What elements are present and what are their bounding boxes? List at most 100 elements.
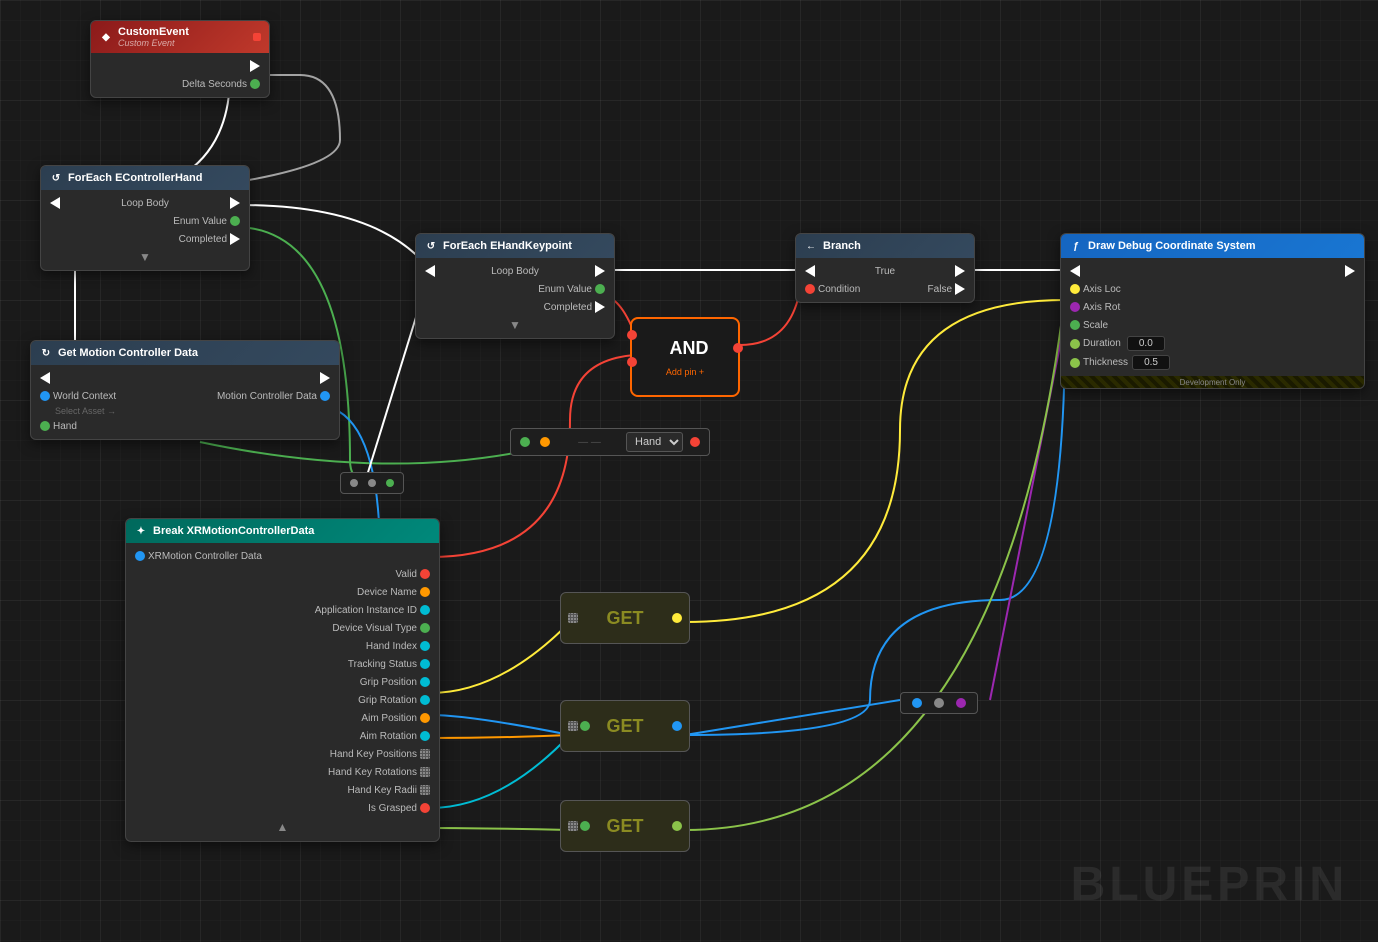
and-node: AND Add pin +	[630, 317, 740, 397]
aim-position-pin[interactable]	[420, 713, 430, 723]
hand-key-rotations-pin[interactable]	[420, 767, 430, 777]
grip-rotation-pin[interactable]	[420, 695, 430, 705]
custom-event-header: ◆ CustomEvent Custom Event	[91, 21, 269, 53]
grip-position-row: Grip Position	[126, 673, 439, 691]
axis-loc-row: Axis Loc	[1061, 280, 1364, 298]
axis-rot-pin[interactable]	[1070, 302, 1080, 312]
get-node-1: GET	[560, 592, 690, 644]
draw-debug-body: Axis Loc Axis Rot Scale Duration Thickne…	[1061, 258, 1364, 376]
hand-key-radii-pin[interactable]	[420, 785, 430, 795]
hand-pin-left[interactable]	[40, 421, 50, 431]
get2-in-pin[interactable]	[568, 721, 578, 731]
and-out-pin[interactable]	[733, 343, 743, 353]
get1-in-pin[interactable]	[568, 613, 578, 623]
branch-true-pin[interactable]	[955, 265, 965, 277]
completed-pin[interactable]	[230, 233, 240, 245]
enum-value-row: Enum Value	[41, 212, 249, 230]
motion-data-pin[interactable]	[320, 391, 330, 401]
device-visual-pin[interactable]	[420, 623, 430, 633]
enum-value-label: Enum Value	[173, 216, 227, 227]
xr-data-pin[interactable]	[135, 551, 145, 561]
hand-selector-in-pin[interactable]	[520, 437, 530, 447]
hand-selector-in2-pin[interactable]	[540, 437, 550, 447]
hand-key-positions-pin[interactable]	[420, 749, 430, 759]
get1-label: GET	[606, 608, 643, 629]
strip2-pin-1[interactable]	[912, 698, 922, 708]
duration-pin[interactable]	[1070, 339, 1080, 349]
foreach-kp-loop-label: Loop Body	[491, 266, 539, 277]
valid-pin[interactable]	[420, 569, 430, 579]
foreach-kp-completed-row: Completed	[416, 298, 614, 316]
is-grasped-pin[interactable]	[420, 803, 430, 813]
foreach-kp-exec-row: Loop Body	[416, 262, 614, 280]
break-xr-title: Break XRMotionControllerData	[153, 525, 314, 537]
get3-in-pin[interactable]	[568, 821, 578, 831]
expand-btn[interactable]: ▼	[41, 248, 249, 266]
foreach-ctrl-exec-in[interactable]	[50, 197, 60, 209]
get3-label: GET	[606, 816, 643, 837]
scale-row: Scale	[1061, 316, 1364, 334]
foreach-kp-completed-pin[interactable]	[595, 301, 605, 313]
delta-seconds-label: Delta Seconds	[182, 79, 247, 90]
draw-debug-header: ƒ Draw Debug Coordinate System	[1061, 234, 1364, 258]
get2-in2-pin[interactable]	[580, 721, 590, 731]
get-motion-exec-out[interactable]	[320, 372, 330, 384]
branch-condition-pin[interactable]	[805, 284, 815, 294]
custom-event-title: CustomEvent	[118, 26, 189, 38]
break-xr-body: XRMotion Controller Data Valid Device Na…	[126, 543, 439, 841]
get1-out-pin[interactable]	[672, 613, 682, 623]
foreach-kp-exec-in[interactable]	[425, 265, 435, 277]
and-in-pin-2[interactable]	[627, 357, 637, 367]
foreach-kp-exec-out[interactable]	[595, 265, 605, 277]
and-in-pin-1[interactable]	[627, 330, 637, 340]
branch-exec-in[interactable]	[805, 265, 815, 277]
strip-pin-2[interactable]	[368, 479, 376, 487]
aim-rotation-pin[interactable]	[420, 731, 430, 741]
close-icon[interactable]	[253, 33, 261, 41]
hand-selector-out-pin[interactable]	[690, 437, 700, 447]
world-context-pin[interactable]	[40, 391, 50, 401]
xr-data-label: XRMotion Controller Data	[148, 551, 262, 562]
tracking-status-pin[interactable]	[420, 659, 430, 669]
delta-seconds-row: Delta Seconds	[91, 75, 269, 93]
hand-label: Hand	[53, 421, 77, 432]
branch-false-pin[interactable]	[955, 283, 965, 295]
break-expand-btn[interactable]: ▲	[126, 817, 439, 837]
delta-seconds-pin[interactable]	[250, 79, 260, 89]
kp-expand-btn[interactable]: ▼	[416, 316, 614, 334]
get2-out-pin[interactable]	[672, 721, 682, 731]
world-context-label: World Context	[53, 391, 116, 402]
custom-event-body: Delta Seconds	[91, 53, 269, 97]
get3-out-pin[interactable]	[672, 821, 682, 831]
strip-pin-1[interactable]	[350, 479, 358, 487]
add-pin-label[interactable]: Add pin +	[666, 367, 704, 377]
thickness-input[interactable]	[1132, 355, 1170, 370]
scale-pin[interactable]	[1070, 320, 1080, 330]
custom-event-subtitle: Custom Event	[118, 38, 189, 48]
foreach-keypoint-body: Loop Body Enum Value Completed ▼	[416, 258, 614, 338]
strip2-pin-2[interactable]	[934, 698, 944, 708]
enum-value-pin[interactable]	[230, 216, 240, 226]
foreach-ctrl-exec-out[interactable]	[230, 197, 240, 209]
strip2-pin-3[interactable]	[956, 698, 966, 708]
strip-pin-3[interactable]	[386, 479, 394, 487]
foreach-kp-enum-pin[interactable]	[595, 284, 605, 294]
hand-index-pin[interactable]	[420, 641, 430, 651]
thickness-pin[interactable]	[1070, 358, 1080, 368]
get3-in2-pin[interactable]	[580, 821, 590, 831]
get-motion-body: World Context Motion Controller Data Sel…	[31, 365, 339, 439]
aim-position-label: Aim Position	[361, 713, 417, 724]
draw-exec-out[interactable]	[1345, 265, 1355, 277]
grip-position-pin[interactable]	[420, 677, 430, 687]
branch-body: True Condition False	[796, 258, 974, 302]
exec-out-pin[interactable]	[250, 60, 260, 72]
device-name-pin[interactable]	[420, 587, 430, 597]
duration-input[interactable]	[1127, 336, 1165, 351]
hand-dropdown[interactable]: Hand	[626, 432, 683, 452]
draw-exec-in[interactable]	[1070, 265, 1080, 277]
loop2-icon: ↺	[424, 239, 438, 253]
get-motion-exec-in[interactable]	[40, 372, 50, 384]
tracking-status-label: Tracking Status	[348, 659, 417, 670]
app-instance-pin[interactable]	[420, 605, 430, 615]
axis-loc-pin[interactable]	[1070, 284, 1080, 294]
